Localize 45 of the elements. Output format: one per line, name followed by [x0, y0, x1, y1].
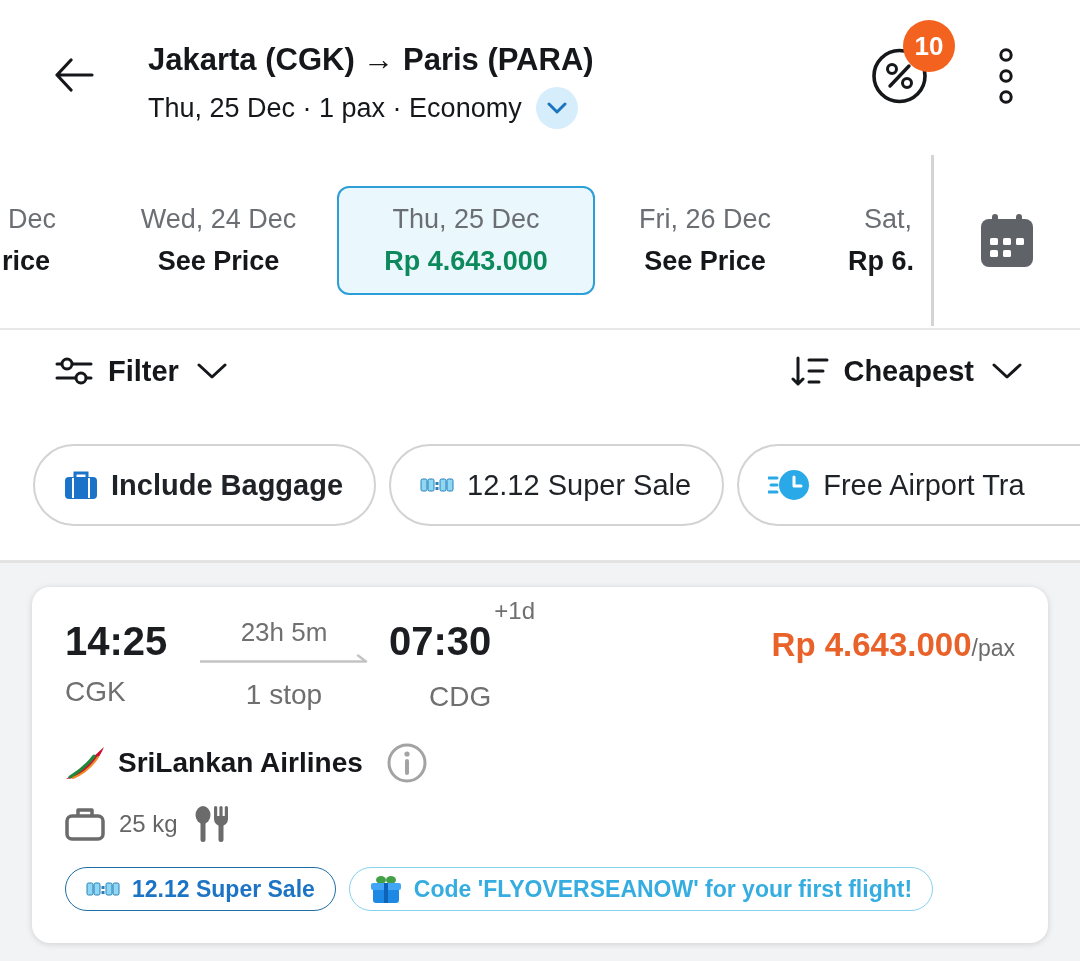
more-options-icon — [998, 48, 1014, 104]
filter-icon — [55, 356, 93, 386]
calendar-button[interactable] — [980, 213, 1034, 268]
back-arrow-icon — [54, 58, 94, 92]
stop-count: 1 stop — [245, 678, 323, 712]
trip-summary: Thu, 25 Dec · 1 pax · Economy — [148, 92, 522, 125]
date-tab[interactable]: Thu, 25 Dec Rp 4.643.000 — [337, 185, 595, 295]
chevron-down-icon — [546, 102, 567, 114]
airline-name: SriLankan Airlines — [118, 746, 363, 780]
date-tab[interactable]: Wed, 24 Dec See Price — [100, 185, 337, 295]
departure-airport: CGK — [65, 675, 126, 709]
filter-button[interactable]: Filter — [55, 353, 227, 389]
arrival-airport: CDG — [429, 680, 492, 714]
expand-button[interactable] — [535, 87, 578, 129]
fare-price: Rp 4.643.000 — [771, 625, 972, 665]
suitcase-icon — [65, 807, 105, 841]
departure-time: 14:25 — [65, 618, 168, 665]
briefcase-icon — [64, 470, 98, 500]
chevron-down-icon — [196, 363, 227, 379]
filter-chip[interactable]: Include Baggage — [33, 444, 377, 526]
sort-button[interactable]: Cheapest — [791, 353, 1022, 389]
date-tab[interactable]: Fri, 26 Dec See Price — [595, 185, 815, 295]
sale-logo-icon — [420, 477, 455, 493]
fast-clock-icon — [768, 469, 811, 501]
filter-chip[interactable]: Free Airport Tra — [737, 444, 1080, 526]
day-offset: +1d — [494, 597, 536, 625]
baggage-allowance: 25 kg — [119, 809, 178, 839]
filter-chip[interactable]: 12.12 Super Sale — [389, 444, 725, 526]
sort-icon — [791, 355, 830, 387]
arrival-time: 07:30 — [389, 618, 492, 665]
chevron-down-icon — [992, 363, 1022, 379]
airline-logo-icon — [65, 746, 105, 780]
more-button[interactable] — [998, 48, 1014, 104]
route-title: Jakarta (CGK) → Paris (PARA) — [148, 41, 594, 79]
flight-card[interactable]: 14:25 CGK 23h 5m 1 stop 07:30 CDG +1d Rp 4.643.000/pax SriLankan Airlines 25 kg 12.12 Super Sale Code 'FLYOVERSEANOW' for your first flight! — [32, 587, 1048, 943]
tag-text: Code 'FLYOVERSEANOW' for your first flight! — [413, 875, 913, 904]
tag-text: 12.12 Super Sale — [132, 875, 315, 904]
date-tab[interactable]: Sat, Rp 6. — [815, 185, 931, 295]
gift-icon — [369, 874, 402, 904]
sale-logo-icon — [86, 881, 120, 897]
flight-duration: 23h 5m — [240, 616, 328, 649]
fare-unit: /pax — [971, 635, 1015, 663]
calendar-icon — [980, 213, 1034, 268]
notification-badge: 10 — [903, 20, 955, 72]
date-tab[interactable]: Dec rice — [0, 185, 100, 295]
